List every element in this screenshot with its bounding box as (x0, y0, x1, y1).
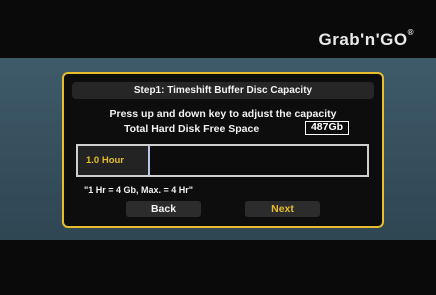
back-button[interactable]: Back (126, 201, 201, 217)
dialog-title: Step1: Timeshift Buffer Disc Capacity (72, 82, 374, 99)
top-bar: Grab'n'GO® (0, 0, 436, 58)
capacity-value: 1.0 Hour (78, 146, 149, 175)
next-button[interactable]: Next (245, 201, 320, 217)
capacity-slider[interactable]: 1.0 Hour (76, 144, 369, 177)
brand-logo: Grab'n'GO® (318, 28, 414, 49)
instruction-text: Press up and down key to adjust the capa… (109, 108, 337, 120)
capacity-dialog: Step1: Timeshift Buffer Disc Capacity Pr… (62, 72, 384, 228)
bottom-bar (0, 240, 436, 295)
capacity-note: "1 Hr = 4 Gb, Max. = 4 Hr" (84, 185, 194, 195)
free-space-label: Total Hard Disk Free Space (124, 123, 260, 135)
free-space-value: 487Gb (305, 121, 349, 135)
